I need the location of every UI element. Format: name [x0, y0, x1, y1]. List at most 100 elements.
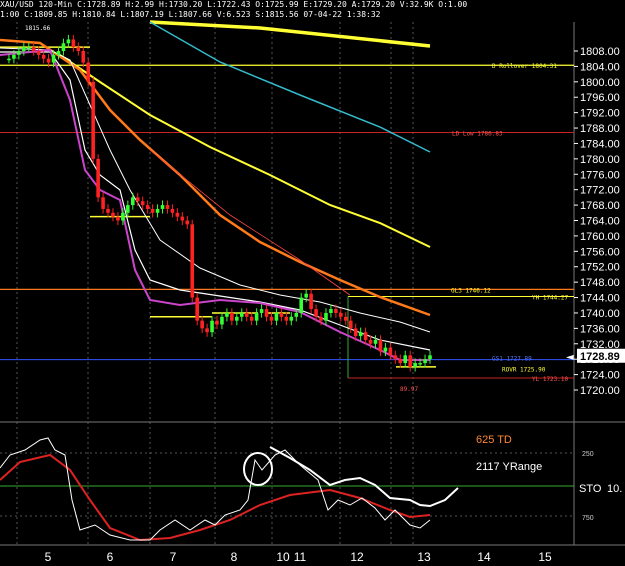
candle-body [210, 320, 214, 333]
candle-body [22, 47, 26, 51]
candle-body [56, 51, 61, 55]
candle-body [180, 216, 185, 221]
stoch-label-yrange: 2117 YRange [476, 461, 542, 473]
day-label: 10 [276, 550, 290, 564]
candle-body [353, 328, 358, 337]
price-tick-label: 1804.00 [580, 61, 620, 73]
candle-body [348, 320, 353, 329]
stoch-label-sto: STO [579, 483, 602, 495]
label-rollover: D Rollover 1804.31 [492, 63, 557, 70]
candle-body [334, 309, 338, 313]
candle-body [289, 316, 294, 321]
candle-body [126, 205, 130, 213]
price-tick-label: 1740.00 [580, 308, 620, 320]
candle-body [314, 309, 318, 317]
candle-body [259, 309, 264, 313]
candle-body [368, 339, 373, 344]
price-tick-label: 1744.00 [580, 293, 620, 305]
stoch-white-slow [269, 446, 459, 508]
candle-body [200, 320, 204, 329]
price-axis: 1808.00 1804.00 1800.00 1796.00 1792.00 1788.… [566, 46, 625, 397]
current-price-arrow: ◄ [566, 352, 574, 363]
candle-body [111, 212, 115, 217]
stoch-label-value: 10. [607, 483, 622, 495]
candle-body [279, 312, 284, 317]
candle-body [71, 39, 76, 48]
price-tick-label: 1760.00 [580, 231, 620, 243]
candle-body [230, 312, 234, 321]
candle-body [428, 355, 432, 360]
label-yh: YH 1744.27 [532, 295, 569, 302]
price-tick-label: 1748.00 [580, 277, 620, 289]
price-tick-label: 1724.00 [580, 370, 620, 382]
candle-body [145, 205, 150, 209]
candle-body [116, 216, 120, 221]
label-small: 89.97 [400, 386, 418, 393]
stoch-level-high-label: 250 [582, 451, 594, 458]
candle-body [220, 316, 224, 325]
price-tick-label: 1736.00 [580, 323, 620, 335]
stoch-level-low-label: 750 [582, 515, 594, 522]
candle-body [66, 39, 71, 44]
price-tick-label: 1800.00 [580, 77, 620, 89]
candle-body [46, 58, 51, 63]
candle-body [249, 316, 254, 321]
candle-body [195, 297, 199, 321]
candle-body [235, 316, 239, 321]
stoch-peak-circle [243, 452, 273, 486]
candle-body [81, 51, 86, 63]
stochastic-panel: 625 TD 2117 YRange STO 10. 250 750 [0, 434, 622, 542]
ma-yellow-mid [59, 54, 431, 248]
candle-body [388, 347, 393, 356]
candle-body [86, 62, 91, 82]
candle-body [339, 312, 343, 317]
candle-body [185, 220, 190, 225]
day-label: 14 [477, 550, 491, 564]
day-label: 15 [538, 550, 552, 564]
price-tick-label: 1776.00 [580, 169, 620, 181]
day-label: 12 [350, 550, 364, 564]
label-gs1: GS1 1727.89 [492, 356, 532, 363]
candle-body [264, 309, 269, 317]
label-high: 1815.66 [25, 25, 51, 32]
candle-body [398, 359, 403, 364]
ma-white-fast [0, 51, 431, 351]
day-label: 5 [45, 550, 52, 564]
price-tick-label: 1764.00 [580, 216, 620, 228]
candle-body [140, 201, 145, 206]
candle-body [343, 316, 348, 321]
candle-body [309, 293, 313, 310]
day-axis: 5 6 7 8 10 11 12 13 14 15 [45, 550, 552, 564]
candle-body [121, 212, 125, 221]
candle-body [274, 312, 279, 321]
candle-body [284, 316, 289, 321]
candle-body [12, 54, 16, 59]
candle-body [96, 158, 100, 198]
price-tick-label: 1780.00 [580, 154, 620, 166]
candle-body [393, 355, 398, 360]
label-yl: YL 1723.10 [532, 376, 569, 383]
candle-body [135, 197, 140, 202]
candle-body [373, 339, 378, 344]
candle-body [383, 347, 388, 352]
price-tick-label: 1772.00 [580, 185, 620, 197]
price-tick-label: 1768.00 [580, 200, 620, 212]
candle-body [269, 316, 274, 321]
candle-body [160, 205, 165, 209]
price-tick-label: 1784.00 [580, 138, 620, 150]
candle-body [244, 312, 249, 317]
candle-body [304, 293, 308, 298]
candle-body [155, 208, 160, 213]
candle-body [17, 51, 21, 55]
candle-body [319, 316, 323, 321]
label-ld-low: LD Low 1786.83 [452, 131, 503, 138]
candle-body [31, 47, 36, 51]
price-tick-label: 1756.00 [580, 246, 620, 258]
price-tick-label: 1792.00 [580, 108, 620, 120]
candle-body [101, 197, 105, 209]
label-gl3: GL3 1746.12 [451, 287, 491, 294]
current-price-label: 1728.89 [580, 351, 620, 363]
day-label: 11 [294, 550, 307, 564]
price-tick-label: 1796.00 [580, 92, 620, 104]
candle-body [413, 363, 417, 367]
